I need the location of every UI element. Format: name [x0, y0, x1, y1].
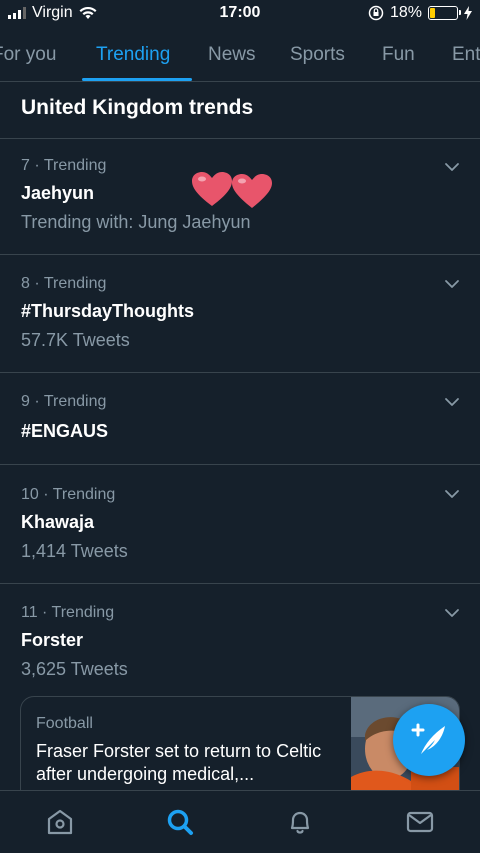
notifications-icon[interactable] — [285, 807, 315, 837]
trend-rank: 9 · Trending — [21, 393, 107, 410]
status-bar-right: 18% — [368, 4, 472, 22]
trend-item[interactable]: 9 · Trending #ENGAUS — [0, 373, 480, 464]
status-bar: Virgin 17:00 18% — [0, 0, 480, 28]
trend-subtitle: Trending with: Jung Jaehyun — [21, 212, 251, 232]
tab-trending[interactable]: Trending — [96, 44, 170, 66]
tab-bar: For you Trending News Sports Fun Enterta… — [0, 32, 480, 82]
trend-item[interactable]: 8 · Trending #ThursdayThoughts 57.7K Twe… — [0, 255, 480, 372]
tab-for-you[interactable]: For you — [0, 44, 56, 66]
compose-feather-icon — [411, 723, 445, 754]
chevron-down-icon[interactable] — [444, 159, 460, 175]
compose-tweet-button[interactable] — [393, 704, 465, 776]
trend-rank: 7 · Trending — [21, 157, 107, 174]
home-icon[interactable] — [45, 807, 75, 837]
chevron-down-icon[interactable] — [444, 394, 460, 410]
tab-news[interactable]: News — [208, 44, 256, 66]
active-tab-indicator — [82, 78, 192, 81]
trend-item[interactable]: 11 · Trending Forster 3,625 Tweets — [0, 584, 480, 690]
chevron-down-icon[interactable] — [444, 276, 460, 292]
trend-rank: 10 · Trending — [21, 486, 116, 503]
charging-icon — [464, 6, 472, 20]
news-category: Football — [36, 715, 93, 732]
trend-title: Forster — [21, 630, 84, 650]
hearts-emoji-icon — [192, 172, 272, 208]
trend-title: #ENGAUS — [21, 421, 109, 441]
orientation-lock-icon — [368, 5, 384, 21]
bottom-nav — [0, 790, 480, 853]
messages-icon[interactable] — [405, 807, 435, 837]
news-headline: Fraser Forster set to return to Celtic a… — [36, 741, 322, 784]
tab-fun[interactable]: Fun — [382, 44, 415, 66]
section-title: United Kingdom trends — [21, 96, 254, 119]
search-icon[interactable] — [165, 807, 195, 837]
trend-title: Khawaja — [21, 512, 95, 532]
battery-icon — [428, 6, 461, 20]
trend-title: Jaehyun — [21, 183, 95, 203]
trend-rank: 11 · Trending — [21, 604, 115, 621]
trend-tweet-count: 57.7K Tweets — [21, 330, 130, 350]
chevron-down-icon[interactable] — [444, 605, 460, 621]
battery-percent: 18% — [389, 4, 422, 21]
trend-item[interactable]: 10 · Trending Khawaja 1,414 Tweets — [0, 465, 480, 583]
tab-sports[interactable]: Sports — [290, 44, 345, 66]
trend-rank: 8 · Trending — [21, 275, 107, 292]
trend-tweet-count: 3,625 Tweets — [21, 659, 128, 679]
tab-entertainment[interactable]: Entertainment — [452, 44, 480, 66]
chevron-down-icon[interactable] — [444, 486, 460, 502]
trend-tweet-count: 1,414 Tweets — [21, 541, 128, 561]
trend-title: #ThursdayThoughts — [21, 301, 195, 321]
